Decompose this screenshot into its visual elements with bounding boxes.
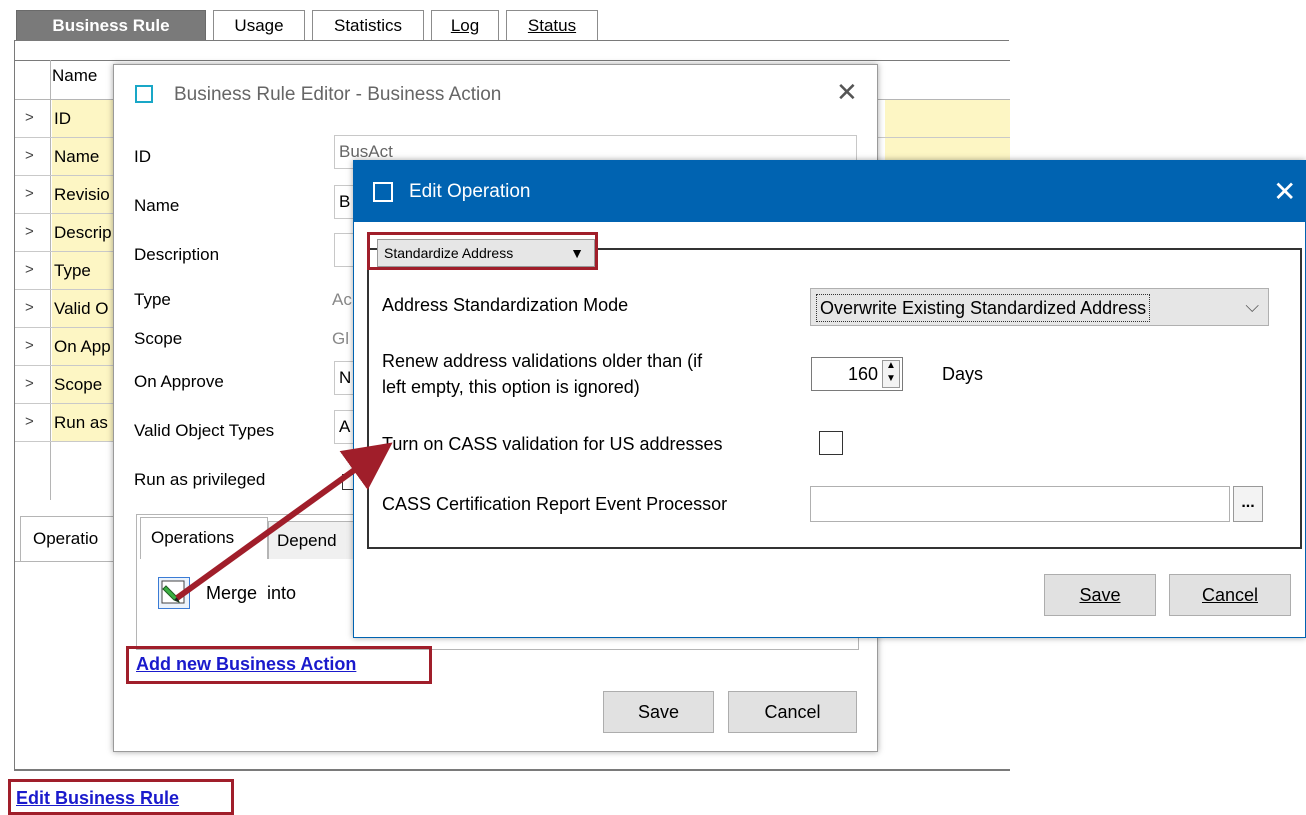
annotation-arrow — [175, 442, 393, 601]
